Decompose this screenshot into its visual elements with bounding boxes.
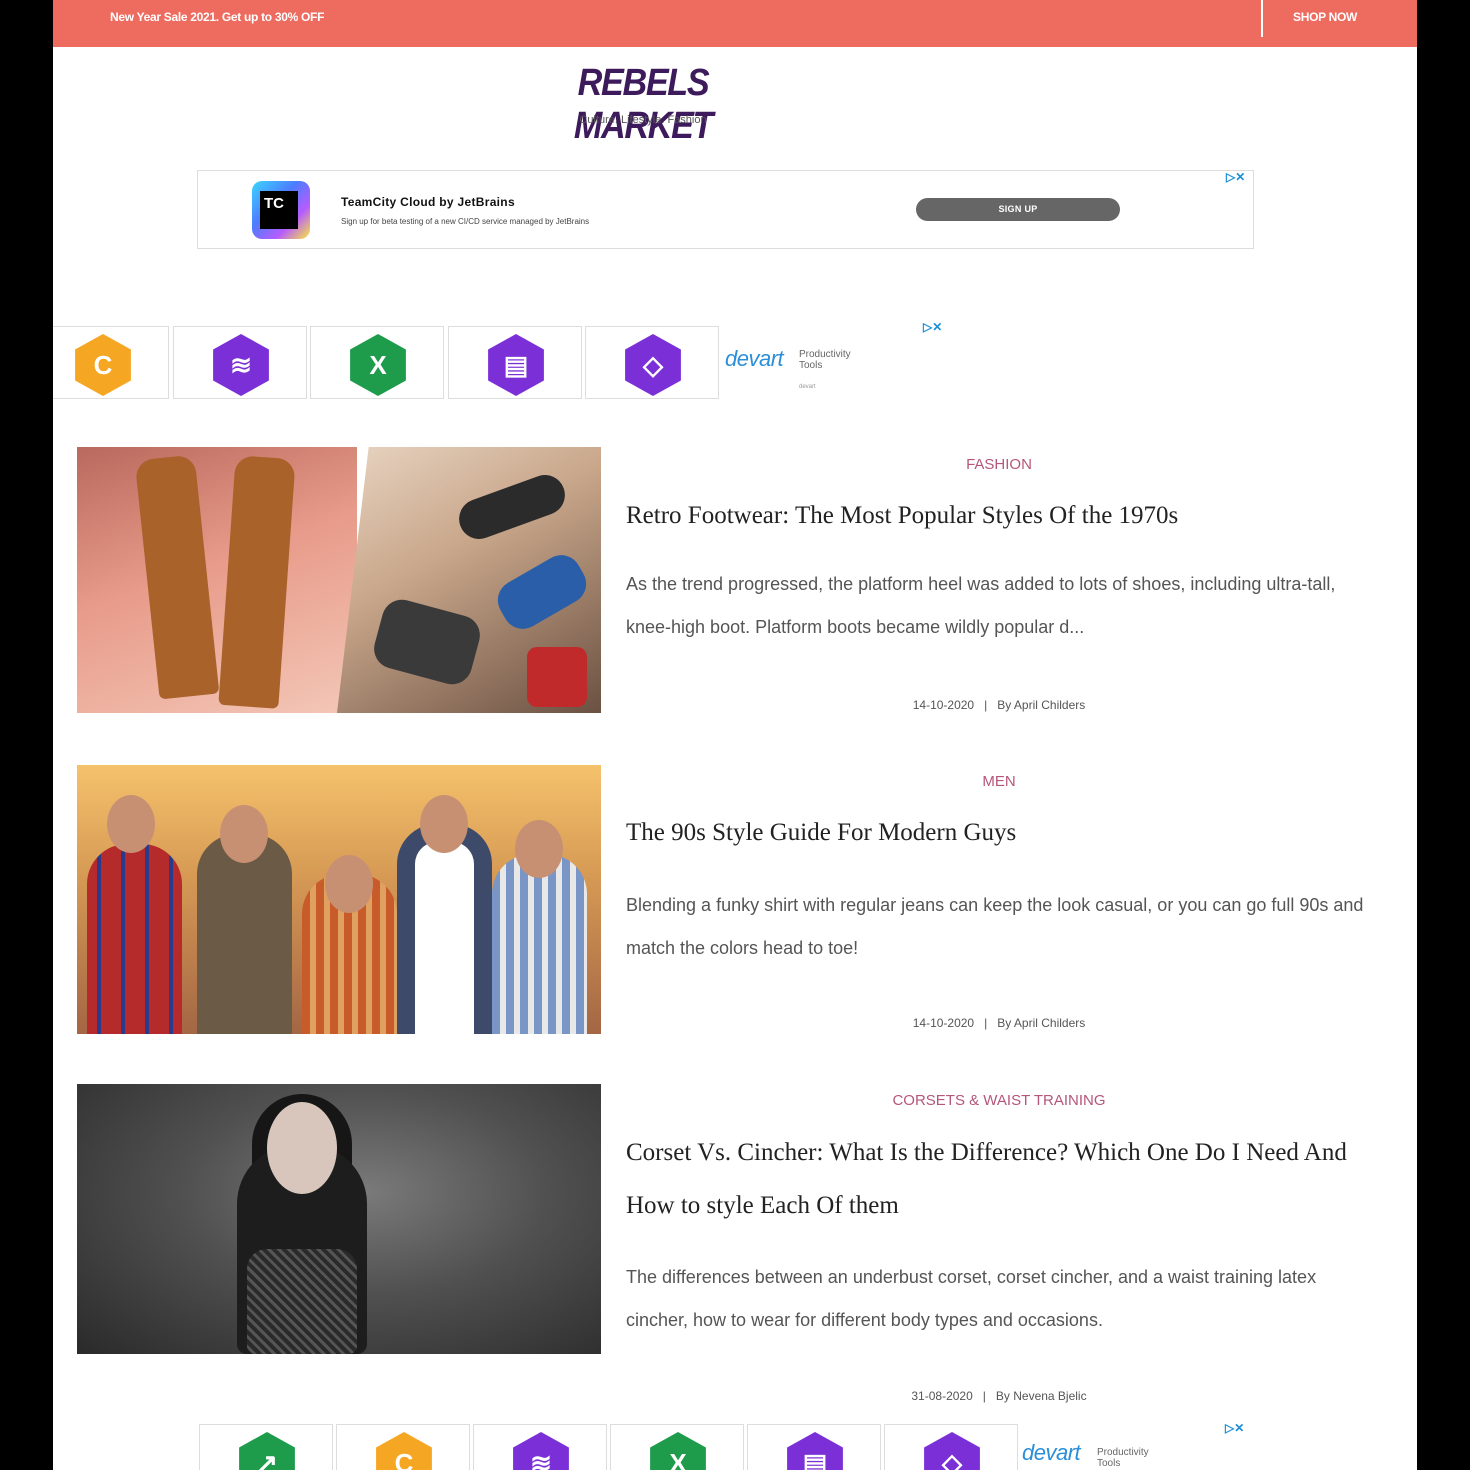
adchoices-icon[interactable]: ▷✕ — [1226, 170, 1245, 184]
person-shape — [197, 834, 292, 1034]
meta-separator: | — [984, 1016, 988, 1030]
excel-shopify-icon: X — [650, 1432, 706, 1470]
code-compare-icon: C — [376, 1432, 432, 1470]
person-shape — [397, 824, 492, 1034]
meta-separator: | — [984, 698, 988, 712]
code-compare-icon: C — [75, 334, 131, 396]
ad-tile[interactable]: ▤ — [747, 1424, 881, 1470]
person-head — [325, 855, 373, 913]
site-tagline: Culture. Lifestyle. Fashion — [579, 114, 707, 126]
article-thumbnail[interactable] — [77, 765, 601, 1034]
devart-logo[interactable]: devart — [1022, 1440, 1081, 1466]
ad-title: TeamCity Cloud by JetBrains — [341, 195, 515, 209]
article-title[interactable]: Retro Footwear: The Most Popular Styles … — [626, 489, 1376, 542]
article-date: 14-10-2020 — [912, 698, 975, 712]
article-author[interactable]: By April Childers — [997, 1016, 1085, 1030]
meta-separator: | — [982, 1389, 986, 1403]
ad-tile[interactable]: C — [53, 326, 169, 399]
devart-logo[interactable]: devart — [725, 346, 784, 372]
teamcity-logo-text: TC — [260, 191, 298, 229]
layers-icon: ≋ — [213, 334, 269, 396]
article-meta: 31-08-2020 | By Nevena Bjelic — [626, 1389, 1372, 1403]
ad-tile[interactable]: ↗ — [199, 1424, 333, 1470]
article-card[interactable]: FASHION Retro Footwear: The Most Popular… — [77, 447, 1377, 717]
article-thumbnail[interactable] — [77, 1084, 601, 1354]
article-title[interactable]: Corset Vs. Cincher: What Is the Differen… — [626, 1126, 1376, 1232]
shoe-shape — [527, 647, 587, 707]
devart-tagline: Productivity Tools — [1097, 1447, 1149, 1469]
excel-shopify-icon: X — [350, 334, 406, 396]
ad-tile[interactable]: ≋ — [173, 326, 307, 399]
ad-tile[interactable]: ◇ — [884, 1424, 1018, 1470]
article-thumbnail[interactable] — [77, 447, 601, 713]
article-title[interactable]: The 90s Style Guide For Modern Guys — [626, 806, 1376, 859]
diagram-icon: ◇ — [924, 1432, 980, 1470]
article-excerpt: Blending a funky shirt with regular jean… — [626, 895, 1364, 958]
person-shape — [87, 844, 182, 1034]
article-excerpt: As the trend progressed, the platform he… — [626, 574, 1336, 637]
article-date: 31-08-2020 — [911, 1389, 973, 1403]
article-excerpt: The differences between an underbust cor… — [626, 1267, 1317, 1330]
article-meta: 14-10-2020 | By April Childers — [626, 1016, 1372, 1030]
query-builder-icon: ▤ — [787, 1432, 843, 1470]
ad-signup-button[interactable]: SIGN UP — [916, 198, 1120, 221]
person-head — [220, 805, 268, 863]
ad-tile[interactable]: ◇ — [585, 326, 719, 399]
article-category[interactable]: CORSETS & WAIST TRAINING — [626, 1092, 1372, 1109]
ad-banner[interactable]: TC TeamCity Cloud by JetBrains Sign up f… — [197, 170, 1254, 249]
ad-tile[interactable]: ≋ — [473, 1424, 607, 1470]
article-card[interactable]: MEN The 90s Style Guide For Modern Guys … — [77, 765, 1377, 1035]
query-builder-icon: ▤ — [488, 334, 544, 396]
promo-bar: New Year Sale 2021. Get up to 30% OFF SH… — [53, 0, 1417, 47]
shop-now-link[interactable]: SHOP NOW — [1293, 10, 1357, 24]
ad-subtitle: Sign up for beta testing of a new CI/CD … — [341, 217, 590, 226]
person-head — [420, 795, 468, 853]
person-shape — [492, 854, 587, 1034]
article-author[interactable]: By Nevena Bjelic — [996, 1389, 1087, 1403]
diagram-icon: ◇ — [625, 334, 681, 396]
ad-tile[interactable]: ▤ — [448, 326, 582, 399]
promo-divider — [1261, 0, 1263, 37]
article-author[interactable]: By April Childers — [997, 698, 1085, 712]
devart-tagline: Productivity Tools — [799, 349, 851, 371]
ad-tile[interactable]: X — [310, 326, 444, 399]
article-category[interactable]: FASHION — [626, 456, 1372, 473]
article-card[interactable]: CORSETS & WAIST TRAINING Corset Vs. Cinc… — [77, 1084, 1377, 1404]
page: New Year Sale 2021. Get up to 30% OFF SH… — [53, 0, 1417, 1470]
ad-tile[interactable]: C — [336, 1424, 470, 1470]
ad-tile[interactable]: X — [610, 1424, 744, 1470]
site-logo[interactable]: REBELS MARKET — [535, 62, 751, 148]
adchoices-icon[interactable]: ▷✕ — [923, 320, 942, 334]
promo-text: New Year Sale 2021. Get up to 30% OFF — [110, 10, 325, 24]
teamcity-logo-icon: TC — [252, 181, 310, 239]
article-meta: 14-10-2020 | By April Childers — [626, 698, 1372, 712]
person-head — [107, 795, 155, 853]
layers-icon: ≋ — [513, 1432, 569, 1470]
woman-head — [267, 1102, 337, 1194]
devart-mini-label: devart — [799, 384, 816, 390]
person-head — [515, 820, 563, 878]
corset-shape — [247, 1249, 357, 1354]
article-date: 14-10-2020 — [912, 1016, 975, 1030]
arrow-up-icon: ↗ — [239, 1432, 295, 1470]
article-category[interactable]: MEN — [626, 773, 1372, 790]
adchoices-icon[interactable]: ▷✕ — [1225, 1421, 1244, 1435]
